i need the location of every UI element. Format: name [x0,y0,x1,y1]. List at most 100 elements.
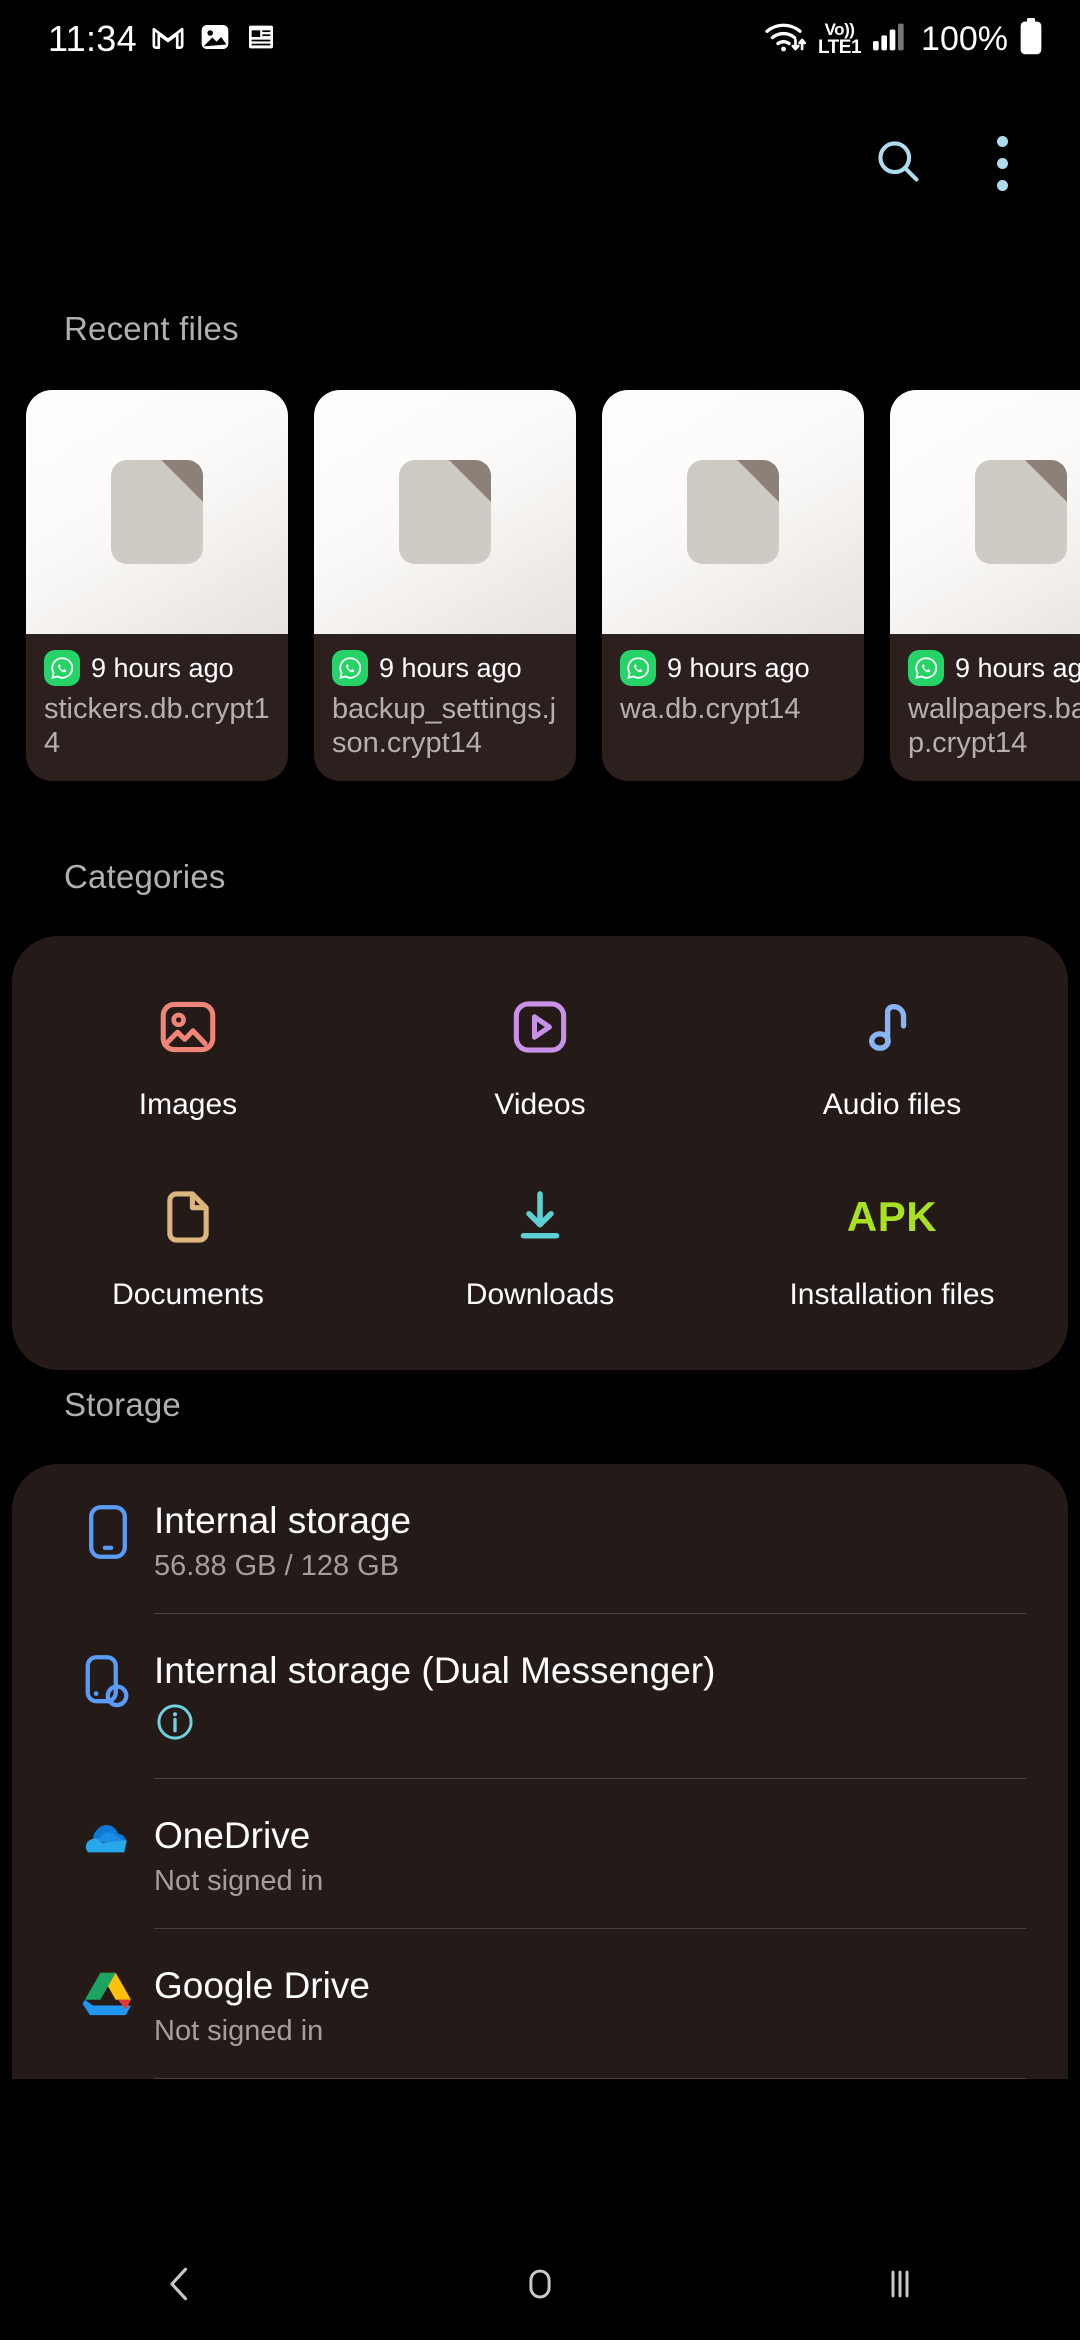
recent-files-section: Recent files 9 hours ago stickers.db.cry… [0,310,1080,781]
search-button[interactable] [846,111,950,215]
phone-icon [62,1498,154,1560]
recent-file-card[interactable]: 9 hours ago stickers.db.crypt14 [26,390,288,781]
file-name: backup_settings.json.crypt14 [332,693,557,759]
category-label: Downloads [465,1278,615,1311]
categories-title: Categories [64,858,226,895]
storage-title: Storage [64,1386,181,1423]
music-note-icon [859,990,925,1064]
file-name: stickers.db.crypt14 [44,693,270,759]
recent-files-title: Recent files [64,310,239,347]
recent-file-card[interactable]: 9 hours ago wa.db.crypt14 [602,390,864,781]
recent-files-list[interactable]: 9 hours ago stickers.db.crypt14 9 hours … [0,390,1080,781]
category-label: Installation files [789,1278,995,1311]
storage-card: Internal storage 56.88 GB / 128 GB Inter… [12,1464,1068,2079]
apk-icon: APK [847,1180,937,1254]
onedrive-icon [62,1813,154,1861]
file-meta: 9 hours ago wallpapers.backup.crypt14 [890,634,1080,781]
whatsapp-icon [332,650,368,686]
storage-item-title: Google Drive [154,1964,370,2006]
file-thumbnail [314,390,576,634]
file-time: 9 hours ago [667,652,810,683]
file-name: wa.db.crypt14 [620,693,801,725]
storage-item-subtitle: 56.88 GB / 128 GB [154,1550,400,1583]
file-meta: 9 hours ago wa.db.crypt14 [602,634,864,747]
recent-file-card[interactable]: 9 hours ago wallpapers.backup.crypt14 [890,390,1080,781]
storage-item-subtitle: Not signed in [154,2015,324,2047]
storage-item-dual-messenger[interactable]: Internal storage (Dual Messenger) [12,1614,1068,1777]
navigation-bar [0,2232,1080,2340]
more-options-button[interactable] [950,111,1054,215]
storage-item-text: Internal storage 56.88 GB / 128 GB [154,1498,1028,1583]
battery-percent-label: 100% [921,19,1008,58]
download-icon [507,1180,573,1254]
document-icon [975,460,1067,564]
file-meta: 9 hours ago stickers.db.crypt14 [26,634,288,781]
storage-item-title: Internal storage [154,1500,412,1541]
category-videos[interactable]: Videos [364,976,716,1136]
categories-section: Categories Images Videos Audio files Doc… [0,858,1080,1370]
storage-item-internal[interactable]: Internal storage 56.88 GB / 128 GB [12,1464,1068,1613]
file-name: wallpapers.backup.crypt14 [908,693,1080,759]
category-label: Videos [494,1088,586,1121]
status-bar-right: Vo)) LTE1 100% [762,17,1044,61]
category-label: Audio files [822,1088,962,1121]
home-button[interactable] [450,2232,630,2340]
file-time: 9 hours ago [379,652,522,683]
storage-item-text: Internal storage (Dual Messenger) [154,1648,1028,1747]
file-thumbnail [890,390,1080,634]
category-images[interactable]: Images [12,976,364,1136]
storage-section: Storage Internal storage 56.88 GB / 128 … [0,1386,1080,2079]
info-icon[interactable] [154,1701,1028,1748]
status-bar: 11:34 Vo)) LTE1 100% [0,0,1080,78]
apk-badge-text: APK [846,1193,938,1240]
storage-item-onedrive[interactable]: OneDrive Not signed in [12,1779,1068,1928]
recents-button[interactable] [810,2232,990,2340]
file-time: 9 hours ago [955,652,1080,683]
storage-item-title: Internal storage (Dual Messenger) [154,1650,716,1692]
more-options-icon[interactable] [996,135,1008,191]
file-time: 9 hours ago [91,652,234,683]
recents-icon[interactable] [879,2263,921,2310]
document-icon [687,460,779,564]
search-icon[interactable] [872,135,924,192]
volte-line1: Vo)) [824,20,855,39]
video-play-icon [507,990,573,1064]
gmail-icon [151,20,185,59]
category-label: Images [138,1088,238,1121]
status-clock: 11:34 [48,18,137,59]
whatsapp-icon [908,650,944,686]
file-thumbnail [602,390,864,634]
category-installation-files[interactable]: APK Installation files [716,1166,1068,1326]
news-icon [245,21,277,58]
image-icon [155,990,221,1064]
document-icon [111,460,203,564]
signal-bars-icon [871,22,905,57]
wifi-data-transfer-icon [762,19,808,60]
categories-card: Images Videos Audio files Documents Down… [12,936,1068,1370]
back-icon[interactable] [158,2262,202,2311]
file-thumbnail [26,390,288,634]
category-label: Documents [112,1278,264,1311]
recent-file-card[interactable]: 9 hours ago backup_settings.json.crypt14 [314,390,576,781]
whatsapp-icon [44,650,80,686]
category-documents[interactable]: Documents [12,1166,364,1326]
storage-item-text: OneDrive Not signed in [154,1813,1028,1898]
document-icon [399,460,491,564]
whatsapp-icon [620,650,656,686]
app-bar [0,78,1080,248]
photos-icon [199,21,231,58]
phone-dual-icon [62,1648,154,1710]
volte-indicator: Vo)) LTE1 [818,20,862,57]
back-button[interactable] [90,2232,270,2340]
storage-item-subtitle: Not signed in [154,1864,324,1897]
category-audio-files[interactable]: Audio files [716,976,1068,1136]
divider [154,2078,1026,2079]
storage-item-google-drive[interactable]: Google Drive Not signed in [12,1929,1068,2078]
google-drive-icon [62,1963,154,2019]
battery-full-icon [1018,17,1044,61]
home-icon[interactable] [519,2263,561,2310]
storage-item-title: OneDrive [154,1814,311,1856]
categories-grid: Images Videos Audio files Documents Down… [12,976,1068,1326]
status-bar-left: 11:34 [48,18,277,60]
category-downloads[interactable]: Downloads [364,1166,716,1326]
